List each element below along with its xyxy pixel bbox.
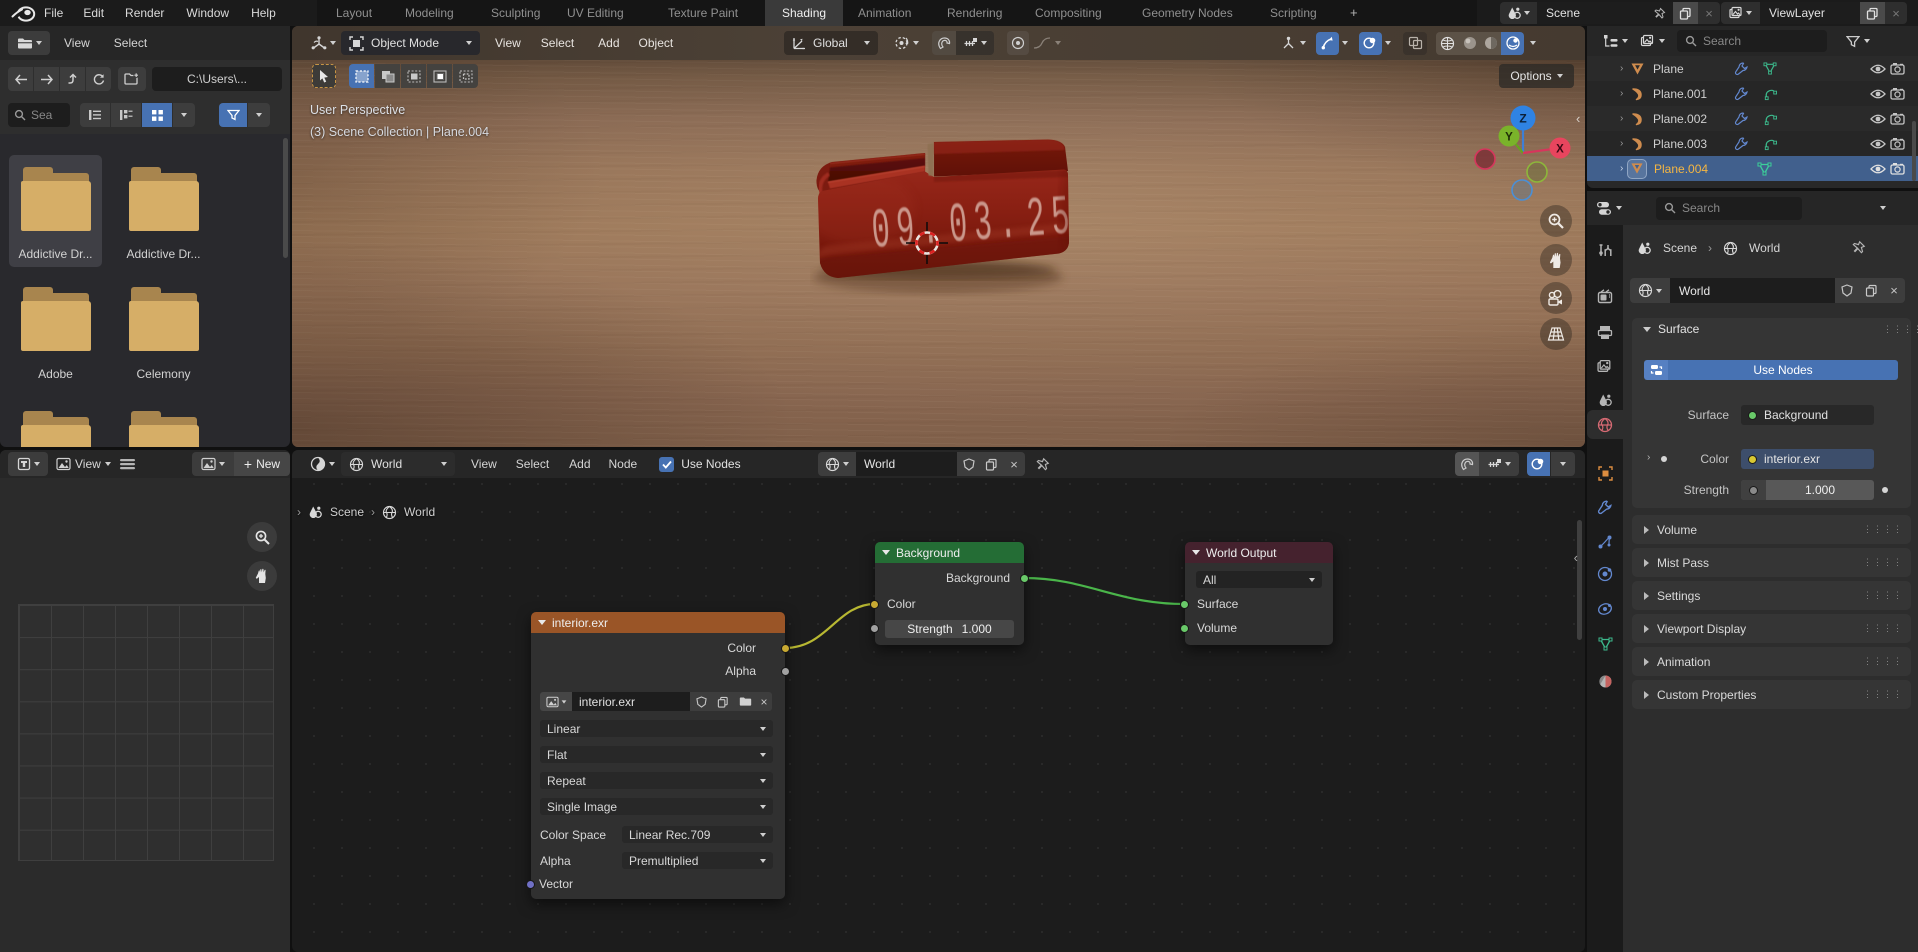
svg-text:X: X [1556,144,1564,156]
svg-text:Y: Y [1505,132,1513,144]
svg-text:Z: Z [1519,112,1526,126]
